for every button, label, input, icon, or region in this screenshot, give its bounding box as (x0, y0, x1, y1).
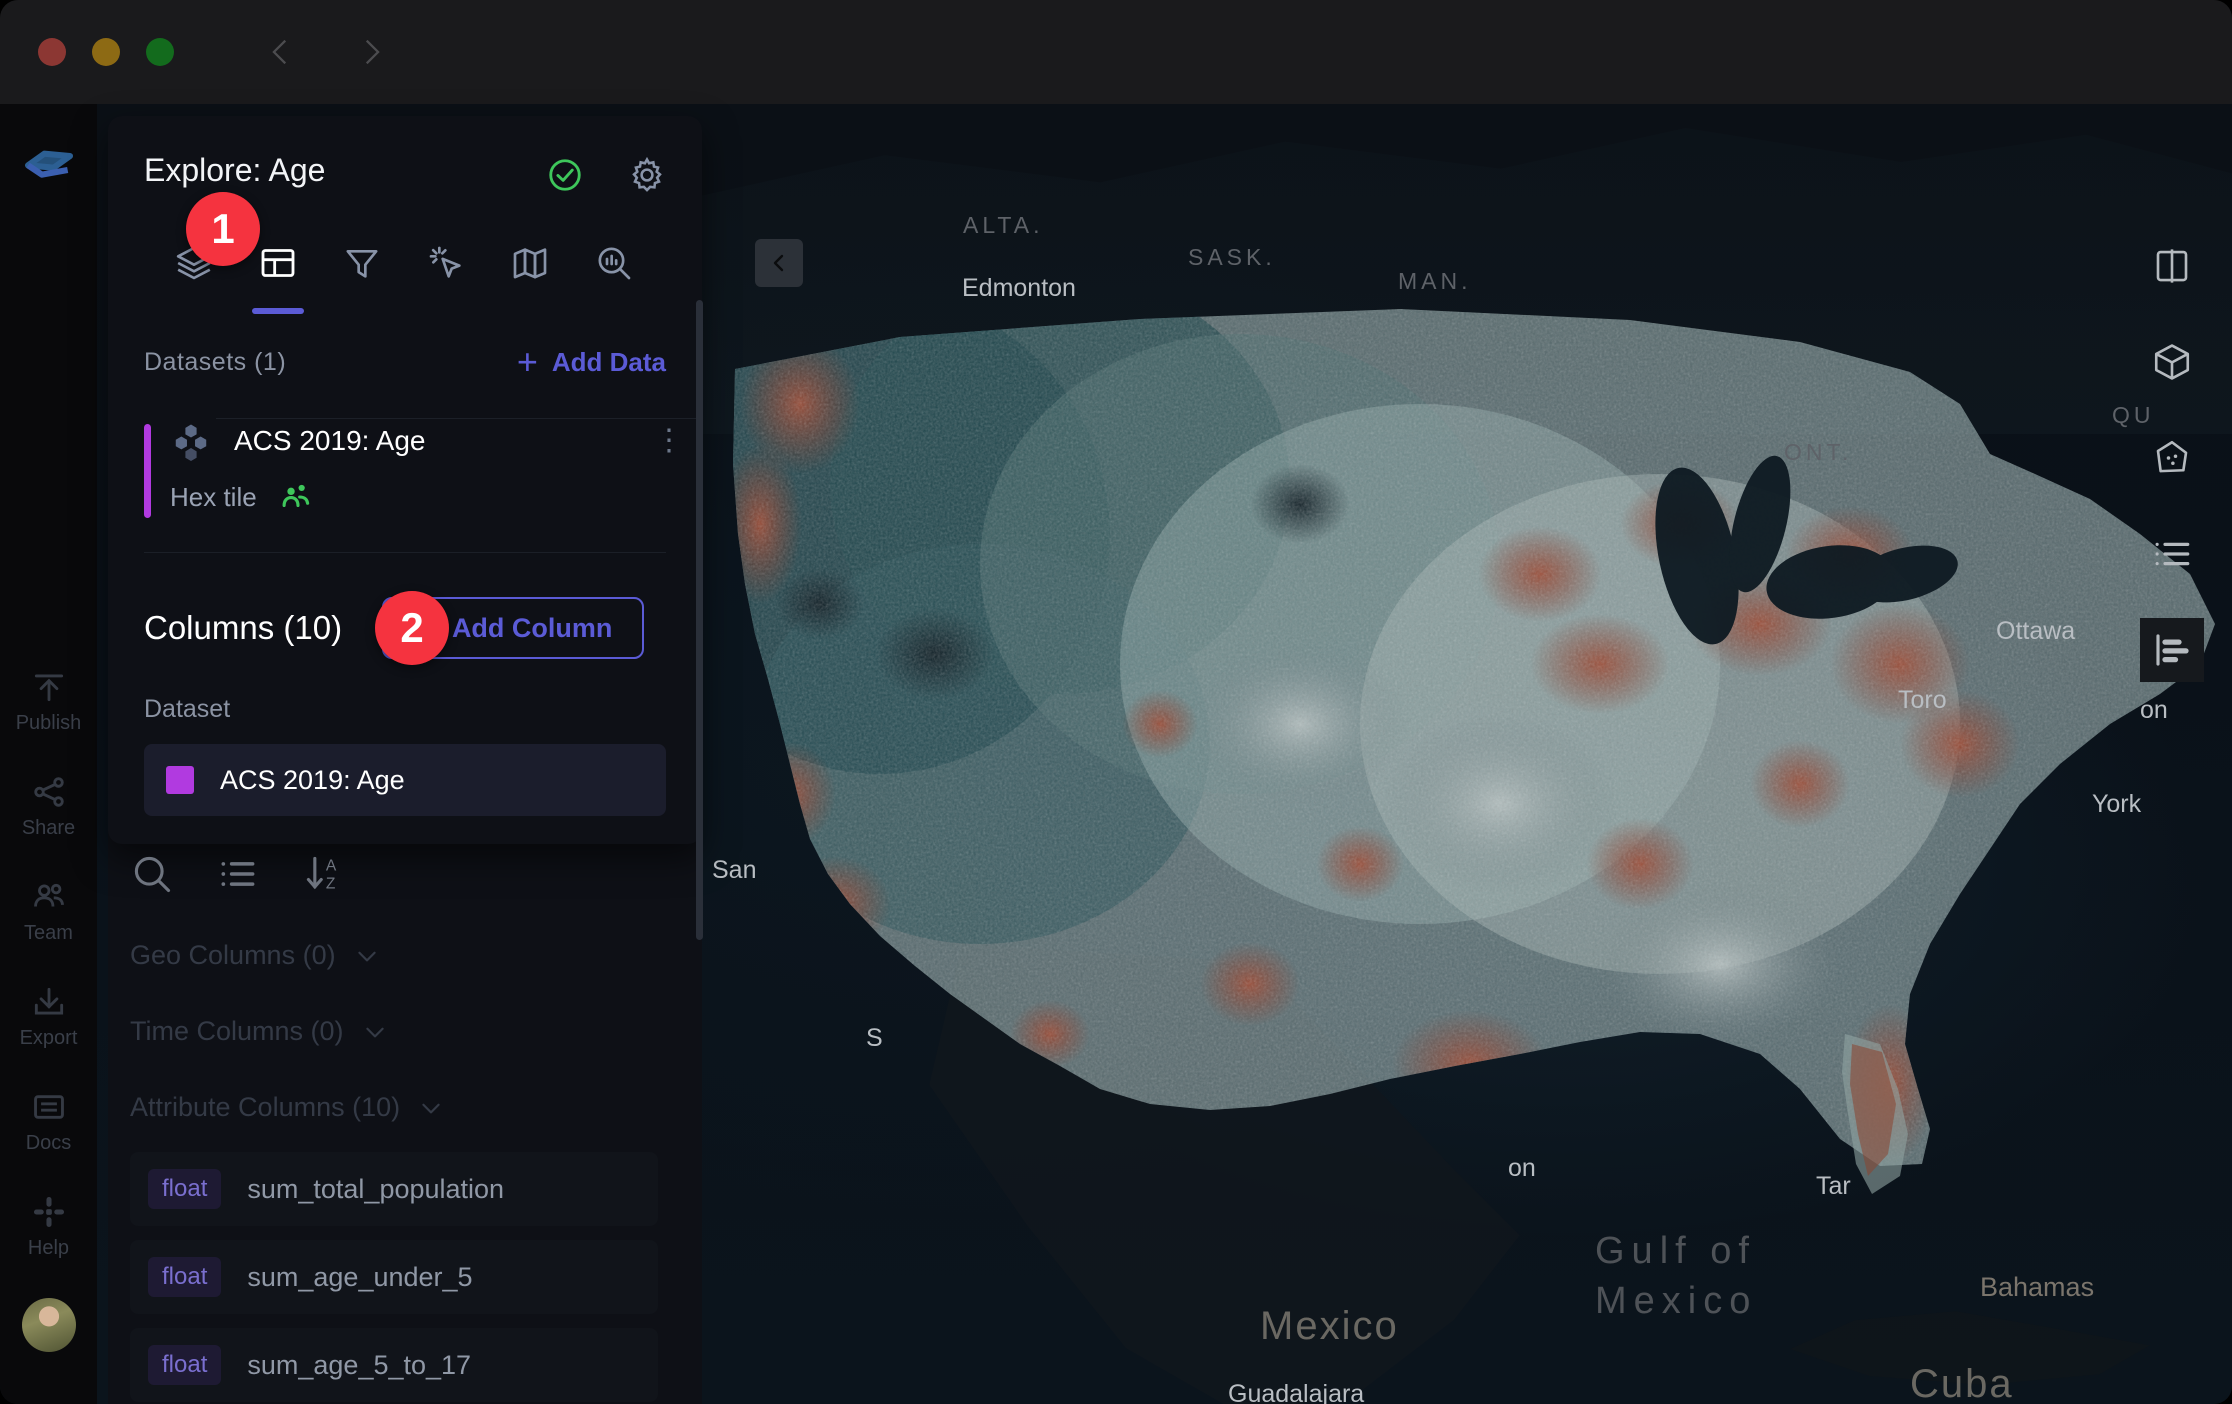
datasets-header: Datasets (1) + Add Data (144, 344, 666, 380)
export-icon (30, 983, 68, 1021)
columns-count-label: Columns (10) (144, 609, 342, 647)
map-toolbar (2112, 234, 2232, 682)
sidebar-label-export: Export (20, 1027, 78, 1050)
avatar[interactable] (22, 1298, 76, 1352)
tabs-divider (216, 418, 702, 419)
table-row[interactable]: float sum_age_under_5 (130, 1240, 658, 1314)
tab-analytics[interactable] (572, 228, 656, 298)
publish-icon (30, 668, 68, 706)
table-row[interactable]: float sum_age_5_to_17 (130, 1328, 658, 1402)
sidebar-label-publish: Publish (16, 712, 82, 735)
column-group-time[interactable]: Time Columns (0) (130, 1016, 388, 1047)
dataset-select-value: ACS 2019: Age (220, 765, 405, 796)
dataset-card[interactable]: ACS 2019: Age ⋮ Hex tile (144, 420, 666, 514)
column-name: sum_age_under_5 (247, 1262, 472, 1293)
tab-filters[interactable] (320, 228, 404, 298)
forward-arrow-icon[interactable] (354, 35, 388, 69)
add-data-label: Add Data (552, 347, 666, 378)
help-icon (30, 1193, 68, 1231)
table-row[interactable]: float sum_total_population (130, 1152, 658, 1226)
share-icon (30, 773, 68, 811)
split-view-icon[interactable] (2140, 234, 2204, 298)
column-type-badge: float (148, 1169, 221, 1209)
panel-scrollbar[interactable] (696, 300, 703, 940)
dataset-type-label: Hex tile (170, 482, 257, 513)
docs-icon (30, 1088, 68, 1126)
column-group-geo[interactable]: Geo Columns (0) (130, 940, 380, 971)
left-icon-rail: Publish Share Team Export Docs (0, 104, 97, 1404)
window-controls (38, 38, 174, 66)
gear-icon[interactable] (628, 156, 666, 194)
check-circle-icon[interactable] (546, 156, 584, 194)
search-icon[interactable] (130, 852, 174, 896)
sidebar-item-publish[interactable]: Publish (0, 668, 97, 735)
dataset-card-bottom: Hex tile (170, 480, 666, 514)
sort-az-icon[interactable]: AZ (302, 852, 346, 896)
sidebar-label-help: Help (28, 1237, 69, 1260)
maximize-button[interactable] (146, 38, 174, 66)
cube-icon[interactable] (2140, 330, 2204, 394)
callout-badge-2: 2 (375, 591, 449, 665)
sidebar-label-team: Team (24, 922, 73, 945)
chevron-down-icon (354, 943, 380, 969)
browser-nav (264, 35, 388, 69)
add-column-label: Add Column (452, 613, 612, 644)
svg-text:A: A (326, 857, 337, 874)
people-icon (279, 480, 313, 514)
column-group-attribute[interactable]: Attribute Columns (10) (130, 1092, 444, 1123)
column-tools: AZ (130, 852, 346, 896)
close-button[interactable] (38, 38, 66, 66)
column-name: sum_total_population (247, 1174, 504, 1205)
dataset-field-label: Dataset (144, 695, 666, 724)
column-name: sum_age_5_to_17 (247, 1350, 471, 1381)
kebab-menu-icon[interactable]: ⋮ (654, 432, 666, 450)
sidebar-item-share[interactable]: Share (0, 773, 97, 840)
sidebar-item-docs[interactable]: Docs (0, 1088, 97, 1155)
column-type-badge: float (148, 1257, 221, 1297)
dataset-color-swatch (166, 766, 194, 794)
map-panel-collapse-button[interactable] (755, 239, 803, 287)
legend-list-icon[interactable] (2140, 522, 2204, 586)
back-arrow-icon[interactable] (264, 35, 298, 69)
bar-chart-icon[interactable] (2140, 618, 2204, 682)
page-title: Explore: Age (144, 152, 325, 189)
column-type-badge: float (148, 1345, 221, 1385)
dataset-name: ACS 2019: Age (234, 425, 632, 457)
list-icon[interactable] (216, 852, 260, 896)
callout-badge-1: 1 (186, 192, 260, 266)
sidebar-label-share: Share (22, 817, 75, 840)
hexbin-icon (170, 420, 212, 462)
datasets-section: Datasets (1) + Add Data ACS 2019: Age ⋮ … (108, 344, 702, 553)
chevron-down-icon (418, 1095, 444, 1121)
dataset-card-top: ACS 2019: Age ⋮ (170, 420, 666, 462)
column-group-geo-label: Geo Columns (0) (130, 940, 336, 971)
polygon-draw-icon[interactable] (2140, 426, 2204, 490)
brand-logo-icon[interactable] (21, 142, 77, 198)
tab-interactions[interactable] (404, 228, 488, 298)
svg-text:Z: Z (326, 876, 336, 893)
sidebar-label-docs: Docs (26, 1132, 72, 1155)
dataset-select[interactable]: ACS 2019: Age (144, 744, 666, 816)
plus-icon: + (517, 344, 538, 380)
app-window: Unfolded © Mapbox | © OpenStreetMap | Im… (0, 0, 2232, 1404)
panel-header-actions (546, 156, 666, 194)
minimize-button[interactable] (92, 38, 120, 66)
sidebar-item-export[interactable]: Export (0, 983, 97, 1050)
column-group-time-label: Time Columns (0) (130, 1016, 344, 1047)
sidebar-item-help[interactable]: Help (0, 1193, 97, 1260)
chevron-down-icon (362, 1019, 388, 1045)
add-data-button[interactable]: + Add Data (517, 344, 666, 380)
sidebar-item-team[interactable]: Team (0, 878, 97, 945)
panel-header: Explore: Age (108, 116, 702, 194)
tab-basemap[interactable] (488, 228, 572, 298)
datasets-count-label: Datasets (1) (144, 348, 286, 377)
section-divider (144, 552, 666, 553)
team-icon (30, 878, 68, 916)
column-group-attribute-label: Attribute Columns (10) (130, 1092, 400, 1123)
title-bar (0, 0, 2232, 104)
